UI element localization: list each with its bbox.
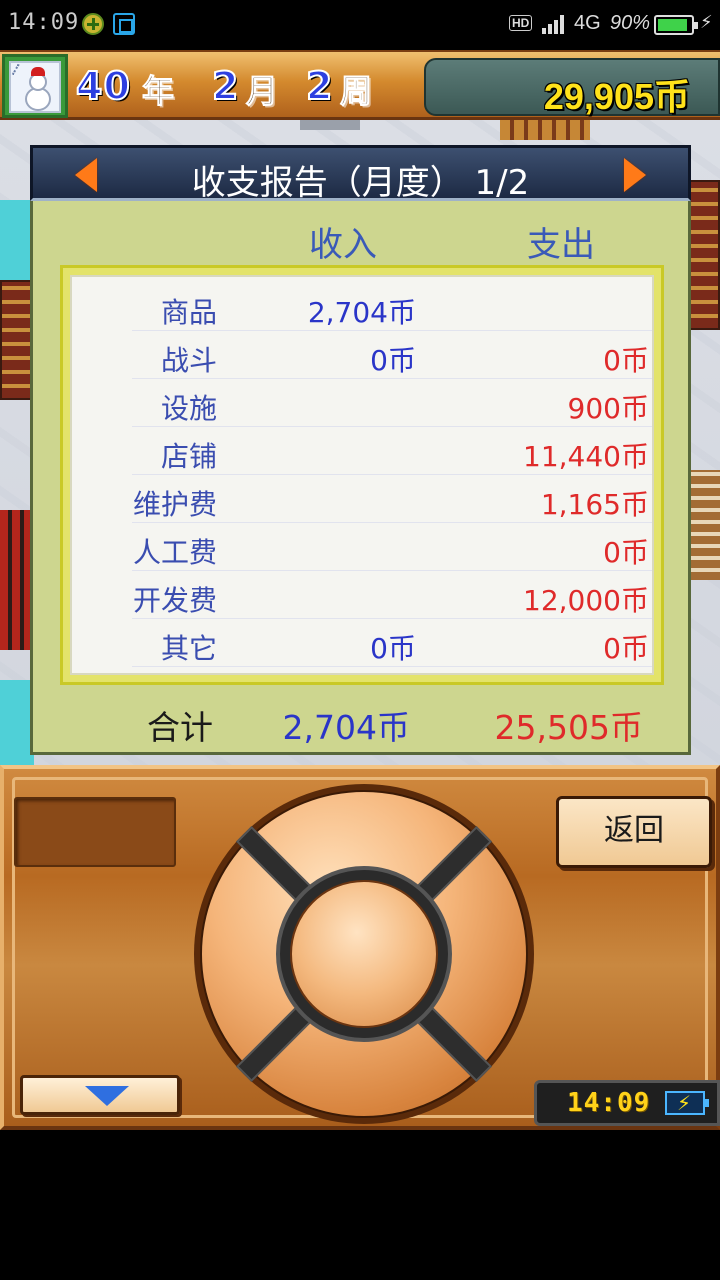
report-table-frame: 商品 2,704币 战斗 0币 0币 设施 900币 店铺 11,440币 维护…: [60, 265, 664, 685]
row-label: 战斗: [160, 344, 217, 377]
finance-report-dialog: 收支报告（月度） 1/2 收入 支出 商品 2,704币 战斗 0币 0币 设施: [30, 145, 691, 755]
week-unit: 周: [339, 72, 373, 111]
map-water: [0, 680, 34, 770]
report-table: 商品 2,704币 战斗 0币 0币 设施 900币 店铺 11,440币 维护…: [70, 275, 654, 675]
avatar[interactable]: [2, 54, 68, 118]
snowman-icon: [9, 61, 61, 113]
row-expense: 0币: [603, 344, 649, 377]
row-expense: 1,165币: [540, 488, 649, 521]
charging-icon: ⚡: [700, 12, 713, 33]
dpad-center-button[interactable]: [290, 880, 438, 1028]
month-unit: 月: [245, 72, 279, 111]
map-building: [690, 470, 720, 580]
money-amount: 29,905币: [543, 76, 690, 117]
battery-fill: [658, 19, 687, 31]
network-type: 4G: [574, 12, 601, 34]
status-time: 14:09: [8, 10, 80, 35]
row-label: 人工费: [132, 536, 217, 569]
row-expense: 900币: [567, 392, 649, 425]
table-row: 维护费 1,165币: [132, 477, 652, 523]
table-row: 战斗 0币 0币: [132, 333, 652, 379]
row-label: 其它: [160, 632, 217, 665]
table-row: 设施 900币: [132, 381, 652, 427]
row-label: 商品: [160, 296, 217, 329]
total-label: 合计: [147, 708, 213, 747]
dialog-body: 收入 支出 商品 2,704币 战斗 0币 0币 设施 900币 店铺 11,4…: [30, 201, 691, 755]
row-expense: 0币: [603, 536, 649, 569]
table-row: 店铺 11,440币: [132, 429, 652, 475]
year-unit: 年: [141, 72, 175, 111]
row-income: 2,704币: [307, 296, 416, 329]
dpad[interactable]: [194, 784, 534, 1124]
map-building: [688, 180, 720, 330]
row-income: 0币: [370, 632, 416, 665]
top-hud: 40 年 2 月 2 周 29,905币: [0, 50, 720, 120]
row-label: 设施: [160, 392, 217, 425]
info-slot: [14, 797, 176, 867]
dialog-title: 收支报告（月度） 1/2: [191, 163, 530, 203]
signal-icon: [542, 14, 568, 34]
charging-icon: ⚡: [677, 1091, 692, 1115]
row-label: 维护费: [132, 488, 217, 521]
row-expense: 11,440币: [523, 440, 649, 473]
month-number: 2: [211, 63, 240, 109]
back-button[interactable]: 返回: [556, 796, 712, 868]
hd-badge: HD: [509, 15, 533, 31]
income-column-header: 收入: [309, 225, 377, 265]
status-bar: 14:09 HD 4G 90% ⚡: [0, 0, 720, 50]
expense-column-header: 支出: [527, 225, 595, 265]
map-building: [0, 510, 32, 650]
total-expense: 25,505币: [494, 708, 643, 747]
battery-icon: [654, 15, 698, 35]
table-row: 开发费 12,000币: [132, 573, 652, 619]
table-row: 商品 2,704币: [132, 285, 652, 331]
scroll-down-button[interactable]: [20, 1075, 180, 1115]
money-display: 29,905币: [424, 58, 720, 117]
row-income: 0币: [370, 344, 416, 377]
total-income: 2,704币: [282, 708, 410, 747]
next-page-arrow-icon[interactable]: [624, 158, 646, 192]
dialog-header: 收支报告（月度） 1/2: [30, 145, 691, 203]
battery-icon: ⚡: [665, 1091, 709, 1115]
table-row: 人工费 0币: [132, 525, 652, 571]
control-panel: 返回 14:09 ⚡: [0, 765, 720, 1130]
week-number: 2: [305, 63, 334, 109]
screenshot-icon: [113, 13, 135, 35]
row-label: 店铺: [160, 440, 217, 473]
row-expense: 12,000币: [523, 584, 649, 617]
battery-percent: 90%: [610, 12, 651, 34]
row-expense: 0币: [603, 632, 649, 665]
clock-time: 14:09: [567, 1088, 651, 1118]
table-row: 其它 0币 0币: [132, 621, 652, 667]
row-label: 开发费: [132, 584, 217, 617]
bottom-letterbox: [0, 1130, 720, 1280]
plus-circle-icon: [82, 13, 104, 35]
year-number: 40: [75, 63, 131, 109]
game-clock: 14:09 ⚡: [534, 1080, 720, 1126]
